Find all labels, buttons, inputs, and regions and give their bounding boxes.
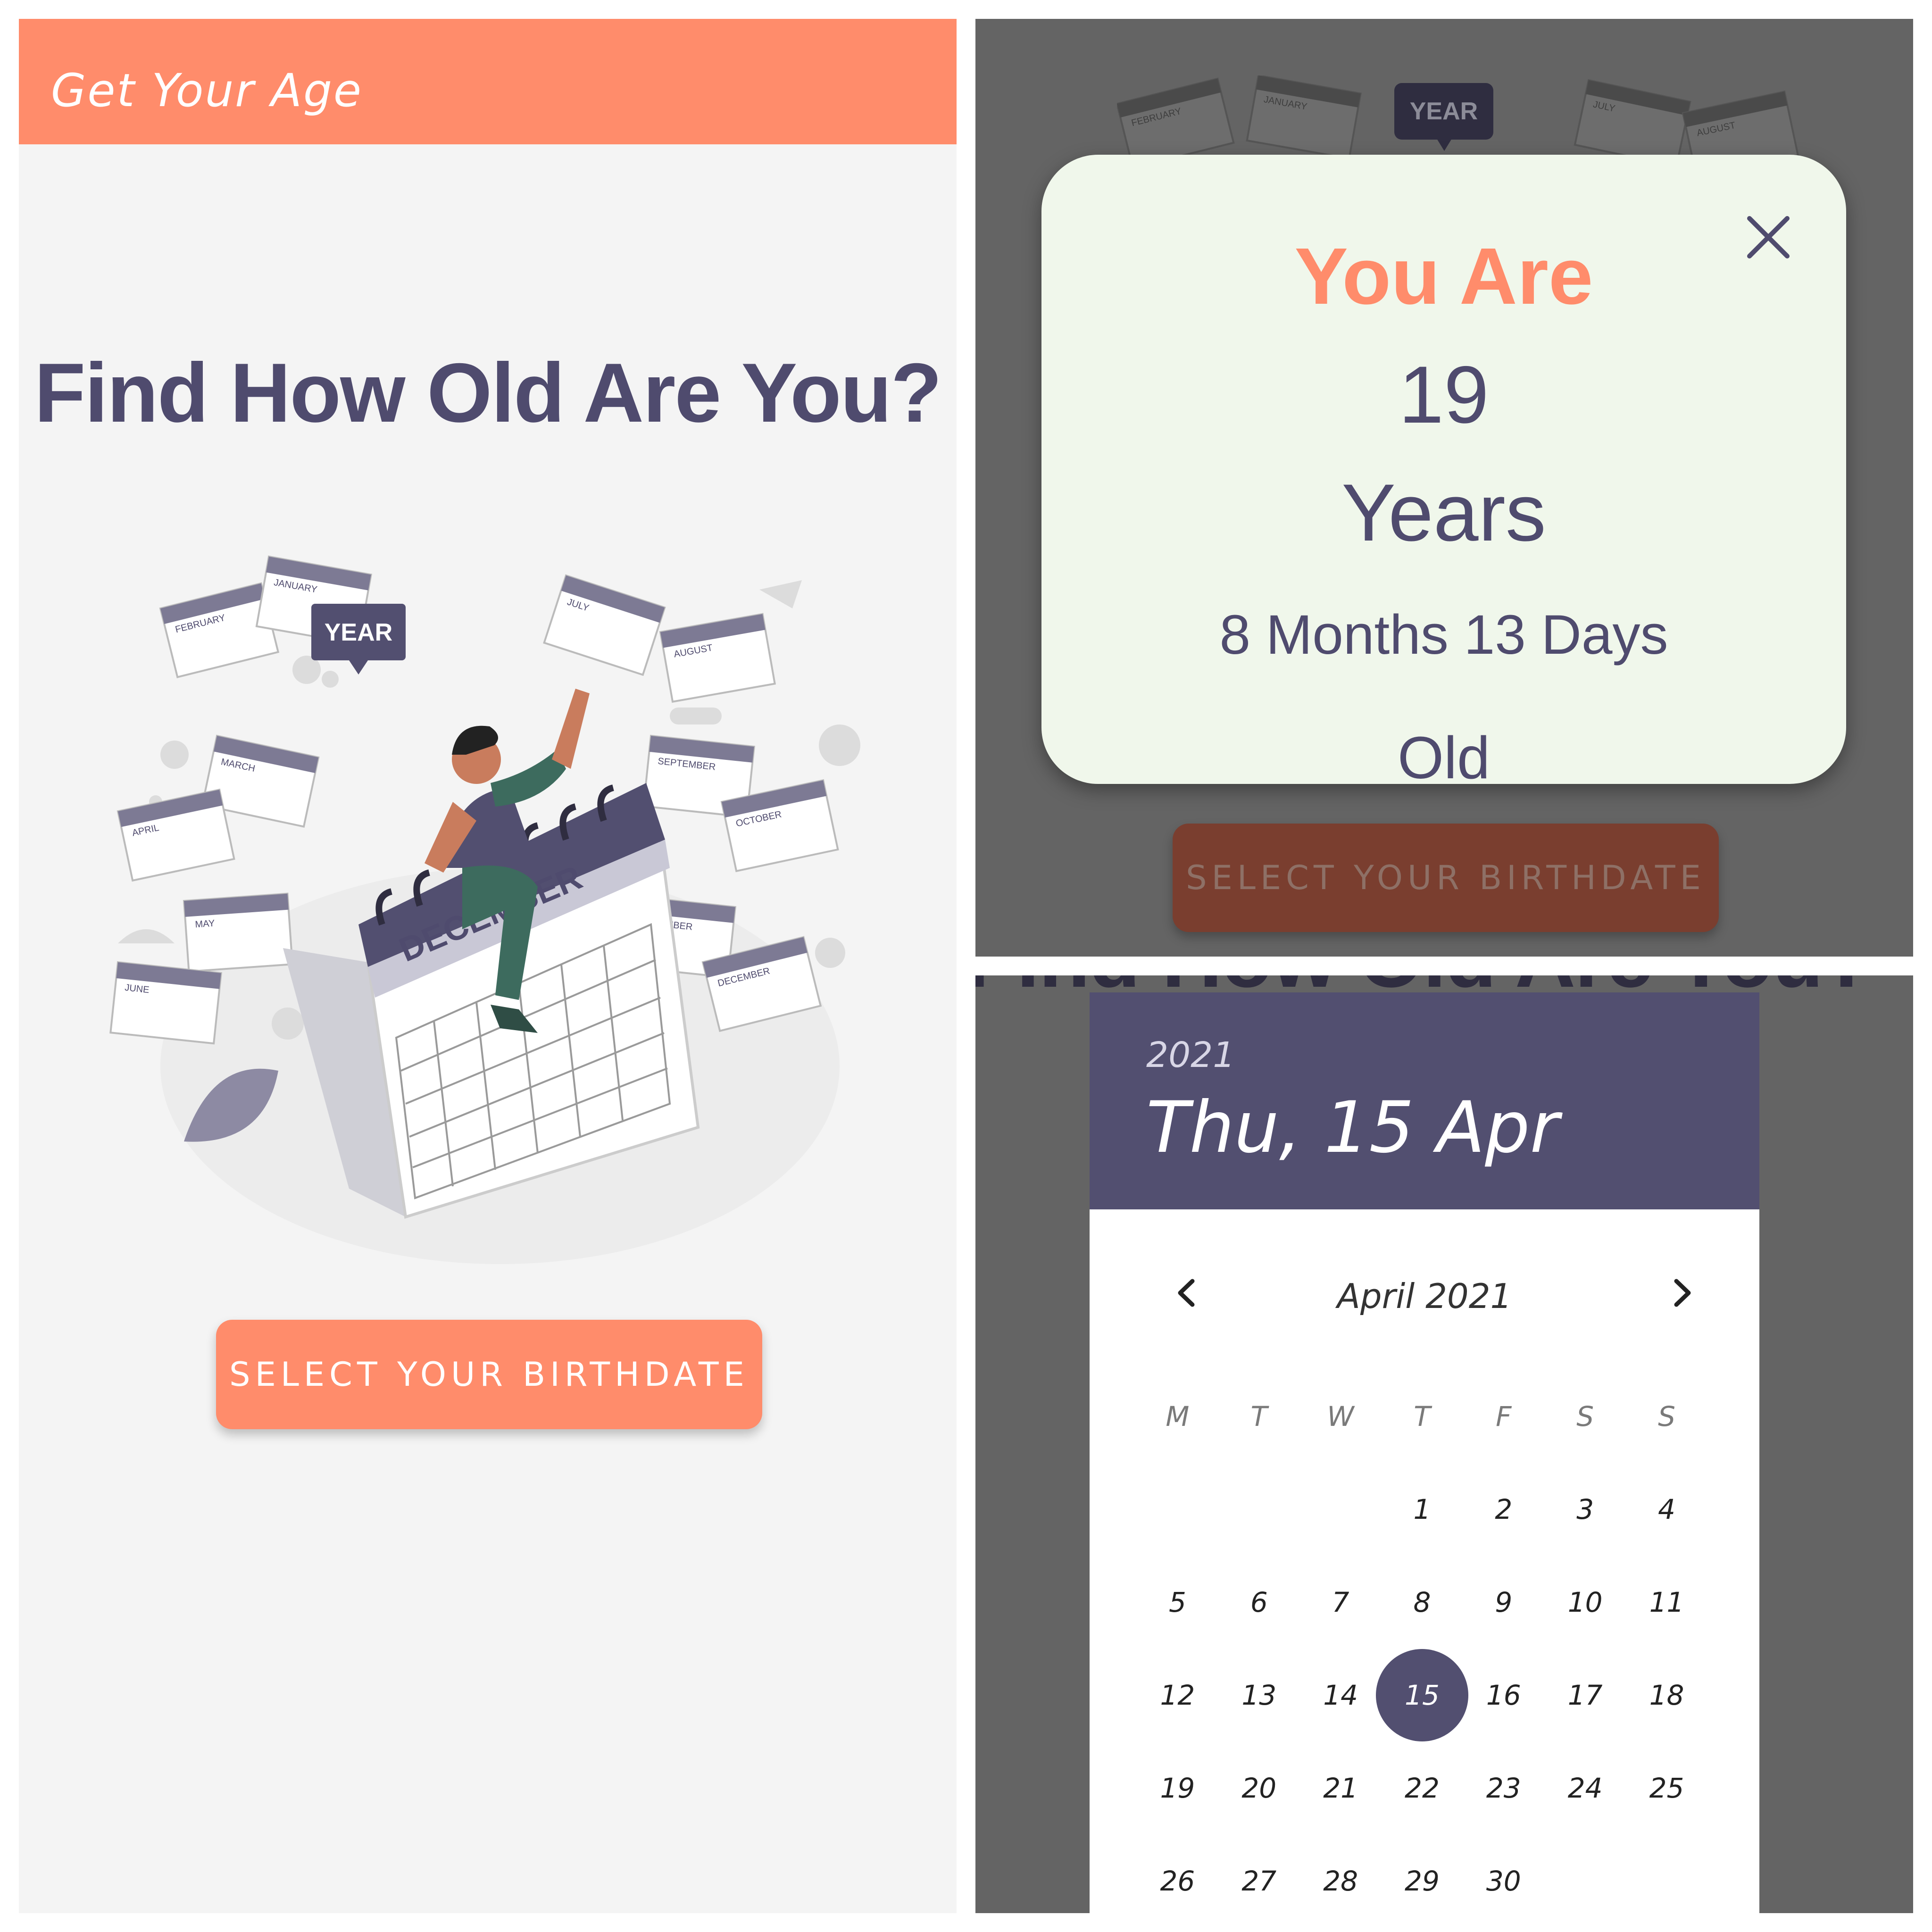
day-cell[interactable]: 29: [1382, 1834, 1463, 1913]
empty-day-cell: [1218, 1463, 1300, 1556]
day-number: 6: [1250, 1586, 1268, 1618]
age-result-dialog: You Are 19 Years 8 Months 13 Days Old: [1041, 155, 1846, 791]
weekday-header: T: [1250, 1400, 1267, 1432]
header-year[interactable]: 2021: [1146, 1035, 1235, 1075]
result-screen: FEBRUARY JANUARY JULY AUGUST YEAR You Ar…: [975, 19, 1913, 957]
result-heading: You Are: [1294, 232, 1593, 321]
day-number: 15: [1405, 1679, 1440, 1711]
day-cell[interactable]: 16: [1463, 1649, 1544, 1741]
day-cell[interactable]: 19: [1137, 1741, 1218, 1834]
weekday-header: M: [1166, 1400, 1190, 1432]
day-cell[interactable]: 28: [1300, 1834, 1382, 1913]
date-picker-screen: Find How Old Are You? 2021 Thu, 15 Apr A…: [975, 975, 1913, 1913]
page-headline: Find How Old Are You?: [34, 346, 942, 440]
day-cell[interactable]: 8: [1382, 1556, 1463, 1649]
day-number: 24: [1567, 1772, 1603, 1804]
day-cell[interactable]: 17: [1544, 1649, 1626, 1741]
weekday-header: S: [1658, 1400, 1675, 1432]
day-cell[interactable]: 22: [1382, 1741, 1463, 1834]
day-cell[interactable]: 18: [1626, 1649, 1707, 1741]
empty-day-cell: [1626, 1834, 1707, 1913]
day-cell[interactable]: 27: [1218, 1834, 1300, 1913]
day-cell[interactable]: 5: [1137, 1556, 1218, 1649]
day-number: 4: [1658, 1493, 1675, 1525]
select-birthdate-button[interactable]: SELECT YOUR BIRTHDATE: [216, 1320, 762, 1429]
day-cell[interactable]: 26: [1137, 1834, 1218, 1913]
main-screen: Get Your Age Find How Old Are You? FEBRU…: [19, 19, 957, 1913]
day-number: 1: [1413, 1493, 1431, 1525]
months-days-text: 8 Months 13 Days: [1219, 604, 1668, 666]
day-cell[interactable]: 21: [1300, 1741, 1382, 1834]
empty-day-cell: [1544, 1834, 1626, 1913]
day-cell[interactable]: 24: [1544, 1741, 1626, 1834]
day-number: 16: [1486, 1679, 1521, 1711]
weekday-header: F: [1496, 1400, 1512, 1432]
day-number: 14: [1323, 1679, 1358, 1711]
day-number: 21: [1323, 1772, 1358, 1804]
select-birthdate-button-dimmed: SELECT YOUR BIRTHDATE: [1173, 824, 1719, 932]
day-number: 30: [1486, 1865, 1521, 1897]
day-cell[interactable]: 4: [1626, 1463, 1707, 1556]
day-number: 22: [1405, 1772, 1440, 1804]
day-cell[interactable]: 11: [1626, 1556, 1707, 1649]
day-cell[interactable]: 20: [1218, 1741, 1300, 1834]
day-number: 5: [1168, 1586, 1186, 1618]
day-cell[interactable]: 14: [1300, 1649, 1382, 1741]
day-cell[interactable]: 25: [1626, 1741, 1707, 1834]
old-suffix: Old: [1397, 724, 1491, 791]
weekday-header: S: [1576, 1400, 1594, 1432]
day-number: 20: [1241, 1772, 1277, 1804]
day-number: 8: [1413, 1586, 1431, 1618]
chevron-right-icon[interactable]: [1661, 1272, 1704, 1314]
month-card-label: MAY: [195, 918, 215, 930]
day-number: 18: [1649, 1679, 1684, 1711]
day-cell[interactable]: 6: [1218, 1556, 1300, 1649]
day-number: 25: [1649, 1772, 1684, 1804]
year-badge: YEAR: [325, 619, 392, 646]
header-date: Thu, 15 Apr: [1146, 1087, 1559, 1169]
day-cell[interactable]: 13: [1218, 1649, 1300, 1741]
empty-day-cell: [1300, 1463, 1382, 1556]
weekday-header: T: [1414, 1400, 1431, 1432]
day-cell[interactable]: 1: [1382, 1463, 1463, 1556]
day-number: 28: [1323, 1865, 1358, 1897]
day-cell[interactable]: 12: [1137, 1649, 1218, 1741]
selected-day-cell[interactable]: 15: [1375, 1649, 1468, 1741]
app-bar: Get Your Age: [19, 19, 957, 144]
day-number: 12: [1160, 1679, 1195, 1711]
day-number: 17: [1567, 1679, 1603, 1711]
day-number: 26: [1160, 1865, 1195, 1897]
day-number: 29: [1405, 1865, 1440, 1897]
app-title: Get Your Age: [51, 64, 363, 117]
picker-header: 2021 Thu, 15 Apr: [1090, 992, 1759, 1209]
date-picker-dialog: 2021 Thu, 15 Apr April 2021 MTWTFSS12345…: [1090, 992, 1759, 1913]
day-number: 19: [1160, 1772, 1195, 1804]
day-number: 27: [1241, 1865, 1277, 1897]
empty-day-cell: [1137, 1463, 1218, 1556]
calendar-grid: M T W T F S S 1 2 3 4 5 6 7 8 9 10 11 12 13 14 15 16 17 18 19 20 21…: [1137, 1370, 1707, 1913]
day-cell[interactable]: 3: [1544, 1463, 1626, 1556]
day-cell[interactable]: 2: [1463, 1463, 1544, 1556]
day-number: 11: [1649, 1586, 1684, 1618]
day-number: 13: [1241, 1679, 1277, 1711]
day-number: 3: [1576, 1493, 1594, 1525]
years-value: 19: [1399, 350, 1489, 440]
day-number: 23: [1486, 1772, 1521, 1804]
weekday-header: W: [1327, 1400, 1354, 1432]
day-number: 2: [1495, 1493, 1513, 1525]
day-number: 9: [1495, 1586, 1513, 1618]
day-cell[interactable]: 9: [1463, 1556, 1544, 1649]
background-year-badge: YEAR: [1394, 83, 1493, 151]
years-label: Years: [1341, 467, 1546, 558]
month-year-label: April 2021: [1337, 1276, 1512, 1316]
day-cell[interactable]: 10: [1544, 1556, 1626, 1649]
day-number: 10: [1567, 1586, 1603, 1618]
day-cell[interactable]: 23: [1463, 1741, 1544, 1834]
day-number: 7: [1332, 1586, 1349, 1618]
day-cell[interactable]: 30: [1463, 1834, 1544, 1913]
day-cell[interactable]: 7: [1300, 1556, 1382, 1649]
calendar-illustration: FEBRUARY JANUARY JULY AUGUST MARCH APRIL…: [109, 555, 860, 1264]
